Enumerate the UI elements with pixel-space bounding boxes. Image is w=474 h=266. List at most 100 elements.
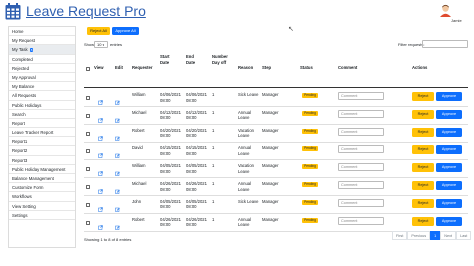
sidebar-item[interactable]: All Requests	[9, 91, 75, 101]
col-reason[interactable]: Reason	[238, 65, 253, 71]
sidebar-item[interactable]: Report1	[9, 137, 75, 147]
approve-button[interactable]: Approve	[436, 145, 462, 155]
reject-button[interactable]: Reject	[412, 127, 434, 137]
row-checkbox[interactable]	[86, 185, 90, 189]
sidebar-item[interactable]: My Request	[9, 36, 75, 46]
sidebar-item[interactable]: Balance Management	[9, 174, 75, 184]
sidebar-item[interactable]: Search	[9, 110, 75, 119]
reject-all-button[interactable]: Reject All	[87, 27, 110, 35]
col-status[interactable]: Status	[300, 65, 313, 71]
approve-button[interactable]: Approve	[436, 181, 462, 190]
sidebar-item[interactable]: View Setting	[9, 202, 75, 211]
sidebar-item[interactable]: Completed	[9, 55, 75, 64]
sidebar-item[interactable]: Leave Tracker Report	[9, 128, 75, 138]
approve-button[interactable]: Approve	[436, 127, 462, 137]
previous-page-button[interactable]: Previous	[407, 231, 431, 240]
row-checkbox[interactable]	[86, 167, 90, 172]
col-comment[interactable]: Comment	[338, 65, 357, 71]
comment-input[interactable]: Comment	[338, 163, 384, 172]
row-checkbox[interactable]	[86, 96, 90, 100]
external-link-icon[interactable]	[98, 181, 103, 194]
comment-input[interactable]: Comment	[338, 109, 384, 118]
filter-label: Filter requests:	[398, 42, 425, 47]
comment-input[interactable]: Comment	[338, 127, 384, 136]
sidebar-item[interactable]: Report3	[9, 156, 75, 165]
status-badge: Pending	[302, 146, 318, 152]
step-cell: Manager	[262, 216, 279, 222]
comment-input[interactable]: Comment	[338, 92, 384, 100]
external-link-icon[interactable]	[98, 217, 103, 230]
approve-button[interactable]: Approve	[436, 216, 462, 226]
external-link-icon[interactable]	[98, 145, 103, 159]
page-1-button[interactable]: 1	[430, 231, 441, 240]
sidebar-item[interactable]: Customize Form	[9, 183, 75, 193]
col-edit: Edit	[115, 65, 123, 70]
approve-all-button[interactable]: Approve All	[112, 27, 139, 35]
external-link-icon[interactable]	[98, 92, 103, 105]
edit-icon[interactable]	[115, 110, 120, 123]
comment-input[interactable]: Comment	[338, 216, 384, 225]
page-size-value: 10	[97, 41, 102, 47]
sidebar-item[interactable]: Rejected	[9, 64, 75, 73]
approve-button[interactable]: Approve	[436, 163, 462, 173]
sidebar-item[interactable]: Report	[9, 119, 75, 129]
sidebar-item[interactable]: My Balance	[9, 82, 75, 92]
row-checkbox[interactable]	[86, 131, 90, 136]
next-page-button[interactable]: Next	[440, 231, 457, 240]
approve-button[interactable]: Approve	[436, 92, 462, 101]
table-row: William 04/06/2021 08:00 04/06/2021 08:00 1 Si…	[84, 89, 468, 107]
edit-icon[interactable]	[115, 128, 120, 141]
last-page-button[interactable]: Last	[456, 231, 472, 240]
sidebar-item[interactable]: Home	[9, 27, 75, 37]
reject-button[interactable]: Reject	[412, 181, 434, 190]
col-step[interactable]: Step	[262, 65, 271, 71]
show-label: Show	[84, 42, 95, 47]
edit-icon[interactable]	[115, 92, 120, 105]
app-title[interactable]: Leave Request Pro	[26, 3, 146, 19]
end-time-cell: 08:00	[186, 115, 197, 121]
reject-button[interactable]: Reject	[412, 163, 434, 173]
row-checkbox[interactable]	[86, 202, 90, 207]
col-requester[interactable]: Requester	[132, 65, 152, 71]
filter-input[interactable]	[422, 40, 468, 48]
external-link-icon[interactable]	[98, 199, 103, 212]
page-size-select[interactable]: 10 ▾	[94, 40, 108, 48]
reject-button[interactable]: Reject	[412, 109, 434, 119]
sidebar-item[interactable]: Public Holidays	[9, 101, 75, 110]
step-cell: Manager	[262, 198, 279, 204]
sidebar-item[interactable]: My Approval	[9, 73, 75, 83]
reject-button[interactable]: Reject	[412, 198, 434, 208]
edit-icon[interactable]	[115, 217, 120, 230]
col-end-date-line2[interactable]: Date	[186, 60, 195, 66]
user-avatar-icon[interactable]	[439, 4, 452, 17]
sidebar-item[interactable]: Report2	[9, 146, 75, 156]
reject-button[interactable]: Reject	[412, 92, 434, 101]
sidebar-item[interactable]: Public Holiday Management	[9, 165, 75, 174]
sidebar-item[interactable]: My Task 8	[9, 45, 75, 55]
edit-icon[interactable]	[115, 199, 120, 212]
edit-icon[interactable]	[115, 181, 120, 194]
row-checkbox[interactable]	[86, 220, 90, 225]
approve-button[interactable]: Approve	[436, 109, 462, 119]
external-link-icon[interactable]	[98, 110, 103, 123]
row-checkbox[interactable]	[86, 149, 90, 154]
user-name[interactable]: Jamie	[451, 18, 462, 23]
sidebar-item-label: My Request	[12, 38, 35, 44]
external-link-icon[interactable]	[98, 163, 103, 176]
comment-input[interactable]: Comment	[338, 145, 384, 154]
sidebar-item[interactable]: Settings	[9, 211, 75, 220]
comment-input[interactable]: Comment	[338, 181, 384, 189]
row-checkbox[interactable]	[86, 113, 90, 118]
comment-input[interactable]: Comment	[338, 198, 384, 207]
start-time-cell: 08:00	[160, 150, 171, 156]
edit-icon[interactable]	[115, 163, 120, 176]
sidebar-item[interactable]: Workflows	[9, 192, 75, 202]
approve-button[interactable]: Approve	[436, 198, 462, 208]
reject-button[interactable]: Reject	[412, 216, 434, 226]
col-days-line2[interactable]: Day off	[212, 60, 226, 66]
reject-button[interactable]: Reject	[412, 145, 434, 155]
col-start-date-line2[interactable]: Date	[160, 60, 169, 66]
external-link-icon[interactable]	[98, 128, 103, 141]
first-page-button[interactable]: First	[392, 231, 408, 240]
edit-icon[interactable]	[115, 145, 120, 159]
